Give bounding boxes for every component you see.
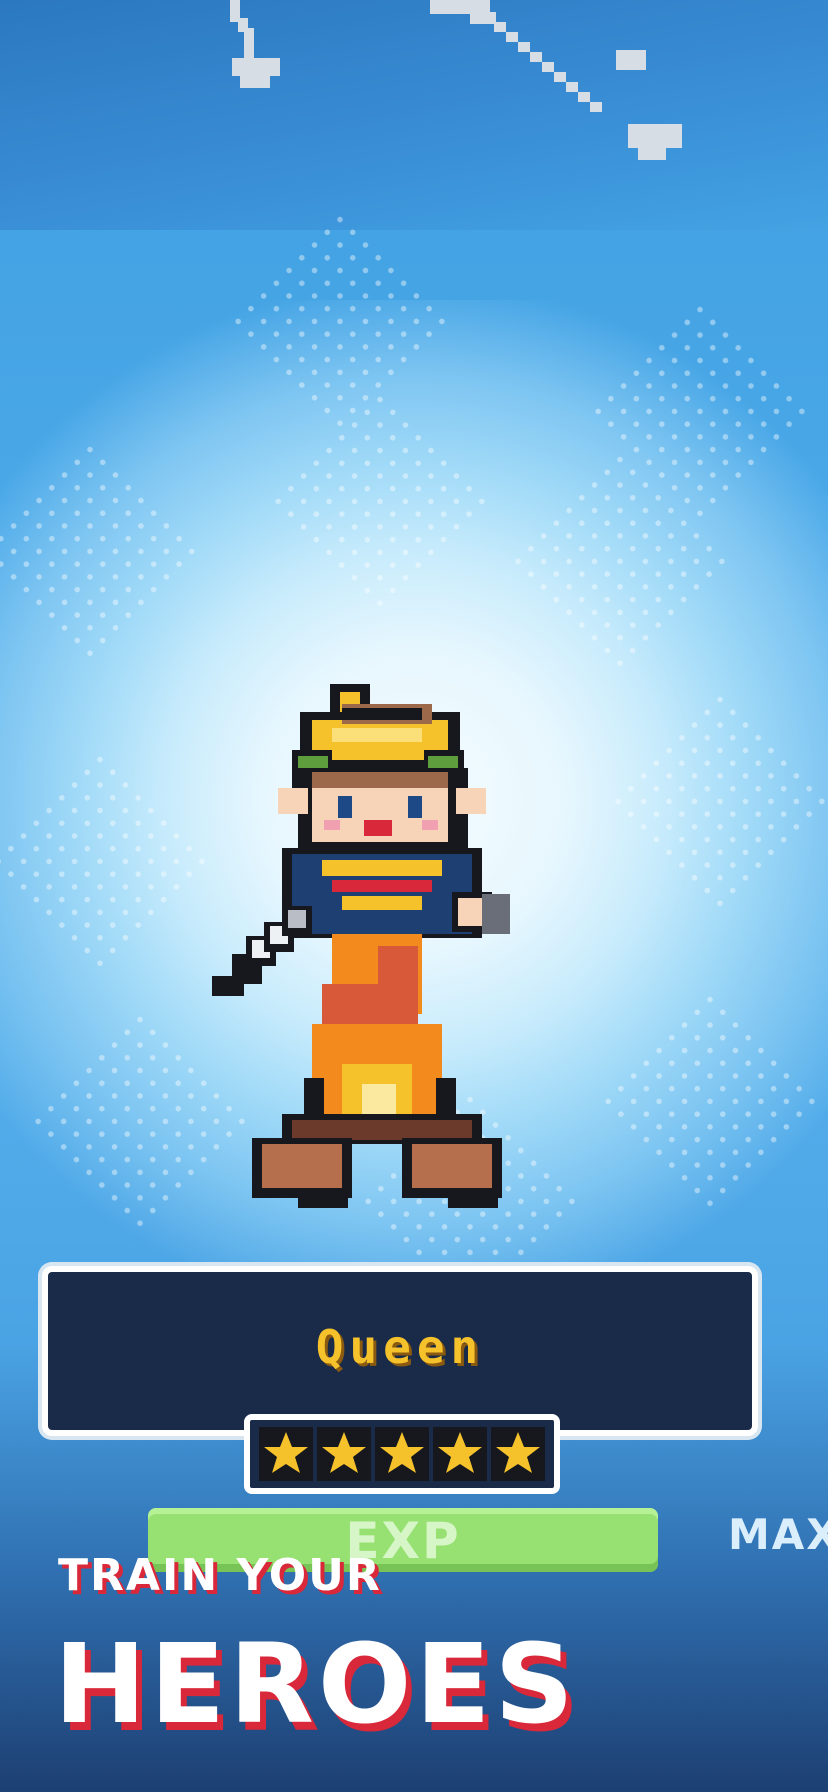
star-icon (317, 1427, 371, 1481)
star-icon (433, 1427, 487, 1481)
hero-name: Queen (315, 1320, 485, 1374)
promo-line-2: HEROES (54, 1620, 578, 1748)
hero-name-plate: Queen (42, 1266, 758, 1436)
hero-sprite (212, 684, 510, 1208)
promo-line-1: TRAIN YOUR (58, 1550, 382, 1601)
chain-icon (230, 0, 682, 160)
star-rating (244, 1414, 560, 1494)
max-level-label: MAX (728, 1510, 828, 1559)
star-icon (375, 1427, 429, 1481)
star-icon (491, 1427, 545, 1481)
star-icon (259, 1427, 313, 1481)
